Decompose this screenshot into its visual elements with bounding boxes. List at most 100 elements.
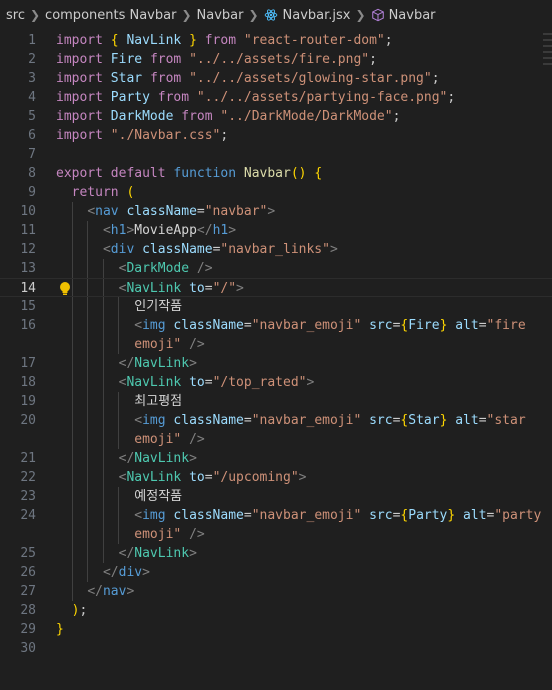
line-number: 26 [20, 565, 36, 580]
code-text: <img className="navbar_emoji" src={Party… [134, 508, 542, 523]
code-line-9[interactable]: 9 return ( [0, 183, 552, 202]
line-number: 30 [20, 641, 36, 656]
code-text: } [56, 622, 64, 637]
line-number: 12 [20, 242, 36, 257]
code-text: import Fire from "../../assets/fire.png"… [56, 52, 377, 67]
line-number: 9 [28, 185, 36, 200]
line-number: 6 [28, 128, 36, 143]
line-number: 3 [28, 71, 36, 86]
chevron-right-icon: ❯ [181, 8, 192, 22]
code-text: emoji" /> [134, 527, 205, 542]
code-line-2[interactable]: 2 import Fire from "../../assets/fire.png… [0, 50, 552, 69]
code-text: <NavLink to="/upcoming"> [118, 470, 307, 485]
code-text: <NavLink to="/"> [118, 281, 244, 296]
code-text: import Star from "../../assets/glowing-s… [56, 71, 440, 86]
code-text: 예정작품 [134, 489, 183, 504]
line-number: 29 [20, 622, 36, 637]
code-line-wrap[interactable]: emoji" /> [0, 430, 552, 449]
code-text: export default function Navbar() { [56, 166, 323, 181]
code-text: import "./Navbar.css"; [56, 128, 229, 143]
code-line-14[interactable]: 14 <NavLink to="/"> [0, 278, 552, 297]
line-number: 20 [20, 413, 36, 428]
line-number: 4 [28, 90, 36, 105]
code-line-27[interactable]: 27 </nav> [0, 582, 552, 601]
code-text: <div className="navbar_links"> [102, 242, 338, 257]
code-line-12[interactable]: 12 <div className="navbar_links"> [0, 240, 552, 259]
line-number: 23 [20, 489, 36, 504]
code-line-7[interactable]: 7 [0, 145, 552, 164]
code-line-3[interactable]: 3 import Star from "../../assets/glowing-… [0, 69, 552, 88]
code-line-1[interactable]: 1 import { NavLink } from "react-router-d… [0, 31, 552, 50]
line-number: 16 [20, 318, 36, 333]
code-line-18[interactable]: 18 <NavLink to="/top_rated"> [0, 373, 552, 392]
line-number: 18 [20, 375, 36, 390]
code-text: return ( [71, 185, 135, 200]
cube-icon [371, 8, 384, 22]
code-text: ); [71, 603, 88, 618]
code-line-6[interactable]: 6 import "./Navbar.css"; [0, 126, 552, 145]
line-number: 21 [20, 451, 36, 466]
code-text: import Party from "../../assets/partying… [56, 90, 456, 105]
code-line-wrap[interactable]: emoji" /> [0, 525, 552, 544]
code-line-4[interactable]: 4 import Party from "../../assets/partyin… [0, 88, 552, 107]
line-number: 15 [20, 299, 36, 314]
breadcrumb-navbar-folder[interactable]: Navbar [197, 8, 244, 23]
chevron-right-icon: ❯ [248, 8, 259, 22]
code-line-15[interactable]: 15 인기작품 [0, 297, 552, 316]
code-line-21[interactable]: 21 </NavLink> [0, 449, 552, 468]
line-number: 24 [20, 508, 36, 523]
chevron-right-icon: ❯ [29, 8, 41, 22]
code-text: </div> [102, 565, 150, 580]
lightbulb-icon[interactable] [58, 281, 72, 296]
line-number: 14 [20, 281, 36, 296]
code-text: import { NavLink } from "react-router-do… [56, 33, 393, 48]
line-number: 22 [20, 470, 36, 485]
breadcrumb-components-navbar[interactable]: components Navbar [45, 8, 176, 23]
line-number: 2 [28, 52, 36, 67]
code-text: 인기작품 [134, 299, 183, 314]
code-line-28[interactable]: 28 ); [0, 601, 552, 620]
line-number: 1 [28, 33, 36, 48]
code-line-13[interactable]: 13 <DarkMode /> [0, 259, 552, 278]
code-line-25[interactable]: 25 </NavLink> [0, 544, 552, 563]
code-line-23[interactable]: 23 예정작품 [0, 487, 552, 506]
react-icon [264, 9, 277, 21]
code-line-20[interactable]: 20 <img className="navbar_emoji" src={St… [0, 411, 552, 430]
code-line-22[interactable]: 22 <NavLink to="/upcoming"> [0, 468, 552, 487]
code-text: <img className="navbar_emoji" src={Star}… [134, 413, 526, 428]
line-number: 25 [20, 546, 36, 561]
chevron-right-icon: ❯ [355, 8, 366, 22]
code-line-26[interactable]: 26 </div> [0, 563, 552, 582]
breadcrumb-src[interactable]: src [6, 8, 25, 23]
code-line-8[interactable]: 8 export default function Navbar() { [0, 164, 552, 183]
code-line-30[interactable]: 30 [0, 639, 552, 658]
code-line-19[interactable]: 19 최고평점 [0, 392, 552, 411]
line-number: 10 [20, 204, 36, 219]
code-text: </NavLink> [118, 451, 197, 466]
code-line-16[interactable]: 16 <img className="navbar_emoji" src={Fi… [0, 316, 552, 335]
code-text: emoji" /> [134, 432, 205, 447]
code-text: <DarkMode /> [118, 261, 213, 276]
code-line-10[interactable]: 10 <nav className="navbar"> [0, 202, 552, 221]
line-number: 13 [20, 261, 36, 276]
code-text: </NavLink> [118, 356, 197, 371]
code-text: <nav className="navbar"> [87, 204, 276, 219]
code-text: <img className="navbar_emoji" src={Fire}… [134, 318, 526, 333]
line-number: 17 [20, 356, 36, 371]
code-line-24[interactable]: 24 <img className="navbar_emoji" src={Pa… [0, 506, 552, 525]
code-line-29[interactable]: 29} [0, 620, 552, 639]
line-number: 8 [28, 166, 36, 181]
code-line-wrap[interactable]: emoji" /> [0, 335, 552, 354]
code-editor[interactable]: 1 import { NavLink } from "react-router-d… [0, 31, 552, 658]
code-line-17[interactable]: 17 </NavLink> [0, 354, 552, 373]
code-line-11[interactable]: 11 <h1>MovieApp</h1> [0, 221, 552, 240]
code-text: <h1>MovieApp</h1> [102, 223, 237, 238]
code-text: <NavLink to="/top_rated"> [118, 375, 315, 390]
line-number: 5 [28, 109, 36, 124]
breadcrumb-symbol[interactable]: Navbar [371, 8, 436, 23]
code-text: emoji" /> [134, 337, 205, 352]
code-text: </NavLink> [118, 546, 197, 561]
code-line-5[interactable]: 5 import DarkMode from "../DarkMode/DarkM… [0, 107, 552, 126]
breadcrumb-file[interactable]: Navbar.jsx [264, 8, 351, 23]
breadcrumb: src ❯ components Navbar ❯ Navbar ❯ Navba… [0, 0, 552, 30]
